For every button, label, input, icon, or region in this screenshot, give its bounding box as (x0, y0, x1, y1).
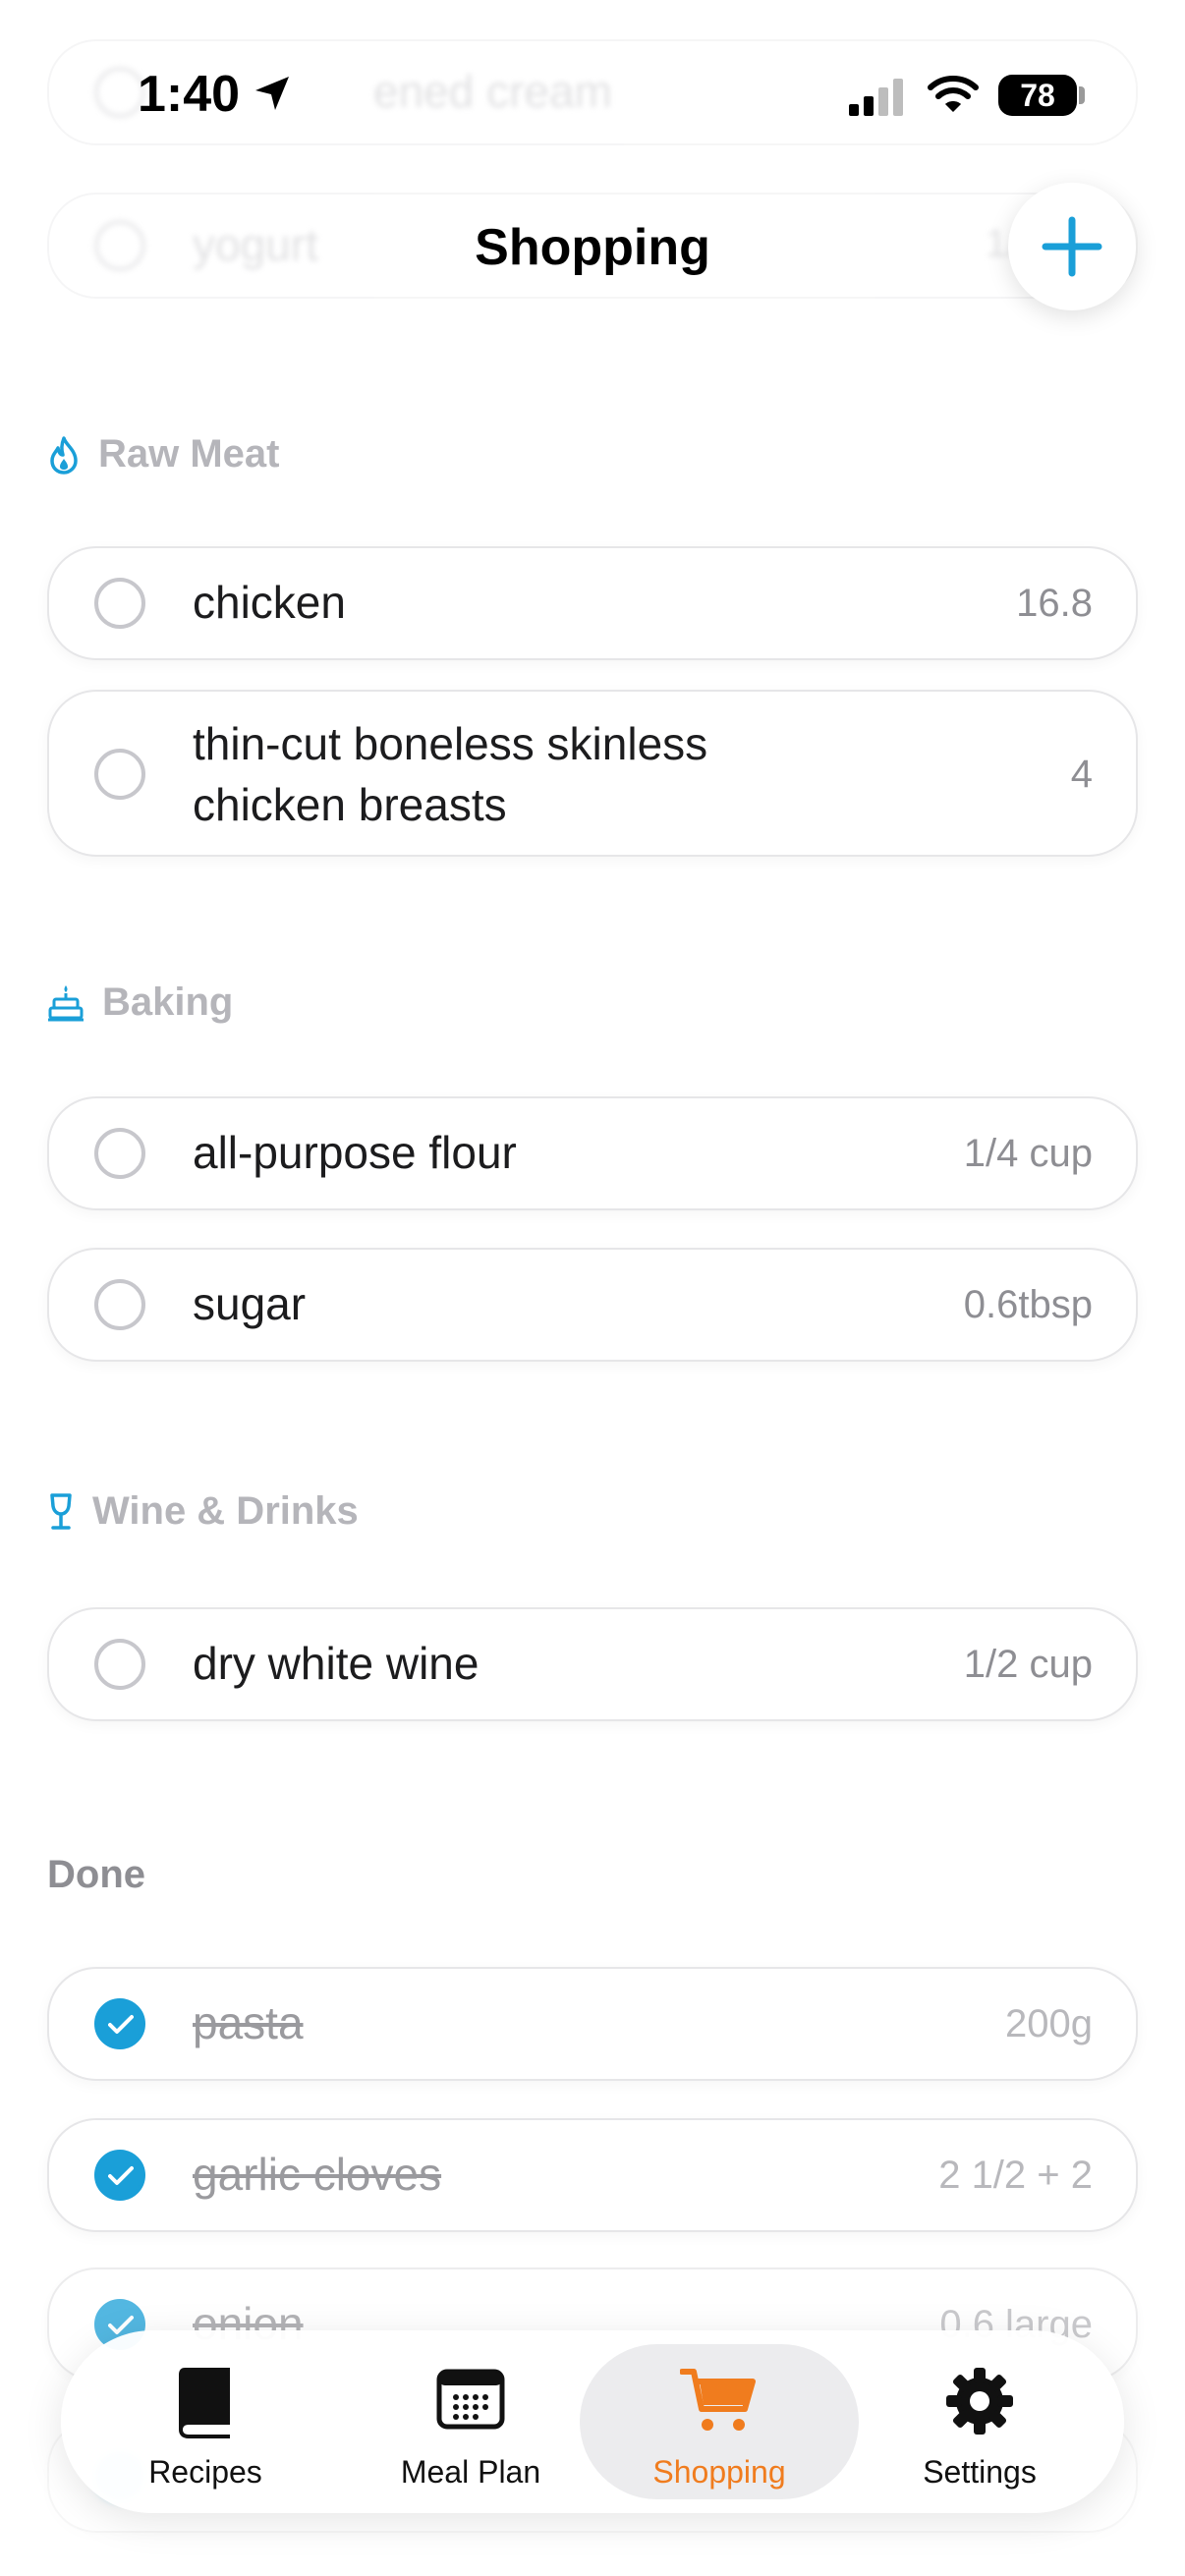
tab-shopping[interactable]: Shopping (580, 2344, 859, 2499)
section-header-raw-meat: Raw Meat (47, 432, 280, 476)
section-title: Baking (102, 980, 234, 1024)
add-item-button[interactable] (1008, 183, 1136, 310)
item-name: chicken (193, 577, 346, 628)
checkmark-icon (108, 2015, 134, 2034)
item-checkbox[interactable] (94, 749, 145, 800)
item-name-line2: chicken breasts (193, 779, 507, 830)
battery-icon: 78 (998, 75, 1077, 116)
item-quantity: 4 (1070, 753, 1093, 796)
item-checkbox[interactable] (94, 1279, 145, 1330)
location-arrow-icon (255, 77, 289, 110)
item-quantity: 0.6tbsp (963, 1283, 1093, 1326)
wifi-icon (928, 76, 979, 112)
item-name-line1: thin-cut boneless skinless (193, 718, 708, 769)
wine-glass-icon (47, 1492, 75, 1532)
plus-icon (1042, 216, 1102, 277)
cart-icon (679, 2366, 759, 2439)
book-icon (175, 2366, 236, 2443)
item-checkbox-checked[interactable] (94, 1998, 145, 2049)
ghost-item-name: ened cream (373, 66, 612, 117)
section-title: Raw Meat (98, 432, 280, 476)
cellular-signal-icon (849, 79, 903, 116)
tab-bar: Recipes Meal Plan Shopping Settings (61, 2330, 1124, 2513)
list-item-chicken[interactable]: chicken 16.8 (47, 546, 1138, 660)
shopping-list[interactable]: Raw Meat chicken 16.8 thin-cut boneless … (0, 0, 1185, 2576)
tab-recipes[interactable]: Recipes (73, 2344, 338, 2499)
list-item-pasta[interactable]: pasta 200g (47, 1967, 1138, 2081)
tab-label: Meal Plan (400, 2454, 541, 2490)
section-header-baking: Baking (47, 980, 233, 1025)
section-title: Wine & Drinks (92, 1489, 359, 1533)
list-item-chicken-breasts[interactable]: thin-cut boneless skinless chicken breas… (47, 690, 1138, 857)
gear-icon (944, 2366, 1015, 2441)
calendar-icon (436, 2366, 505, 2436)
list-item-sugar[interactable]: sugar 0.6tbsp (47, 1248, 1138, 1362)
tab-settings[interactable]: Settings (847, 2344, 1112, 2499)
cake-icon (47, 983, 85, 1023)
section-title: Done (47, 1853, 145, 1896)
list-item-white-wine[interactable]: dry white wine 1/2 cup (47, 1607, 1138, 1721)
item-checkbox[interactable] (94, 578, 145, 629)
status-time: 1:40 (138, 66, 241, 123)
item-name: sugar (193, 1278, 307, 1329)
list-item-garlic[interactable]: garlic cloves 2 1/2 + 2 (47, 2118, 1138, 2232)
item-quantity: 200g (1005, 2002, 1093, 2045)
item-name: dry white wine (193, 1638, 480, 1689)
tab-meal-plan[interactable]: Meal Plan (338, 2344, 603, 2499)
flame-icon (47, 435, 81, 475)
battery-tip (1079, 86, 1085, 104)
tab-label: Shopping (652, 2454, 786, 2490)
checkmark-icon (108, 2166, 134, 2185)
item-name: garlic cloves (193, 2149, 442, 2200)
tab-label: Settings (923, 2454, 1037, 2490)
item-checkbox-checked[interactable] (94, 2150, 145, 2201)
item-checkbox[interactable] (94, 1639, 145, 1690)
item-name: pasta (193, 1997, 304, 2048)
tab-label: Recipes (148, 2454, 262, 2490)
item-quantity: 16.8 (1016, 582, 1093, 625)
item-quantity: 2 1/2 + 2 (938, 2154, 1093, 2197)
item-name: all-purpose flour (193, 1127, 517, 1178)
list-item-flour[interactable]: all-purpose flour 1/4 cup (47, 1096, 1138, 1210)
section-header-wine-drinks: Wine & Drinks (47, 1489, 359, 1534)
item-checkbox[interactable] (94, 1128, 145, 1179)
item-quantity: 1/2 cup (963, 1643, 1093, 1686)
section-header-done: Done (47, 1853, 145, 1897)
item-quantity: 1/4 cup (963, 1132, 1093, 1175)
